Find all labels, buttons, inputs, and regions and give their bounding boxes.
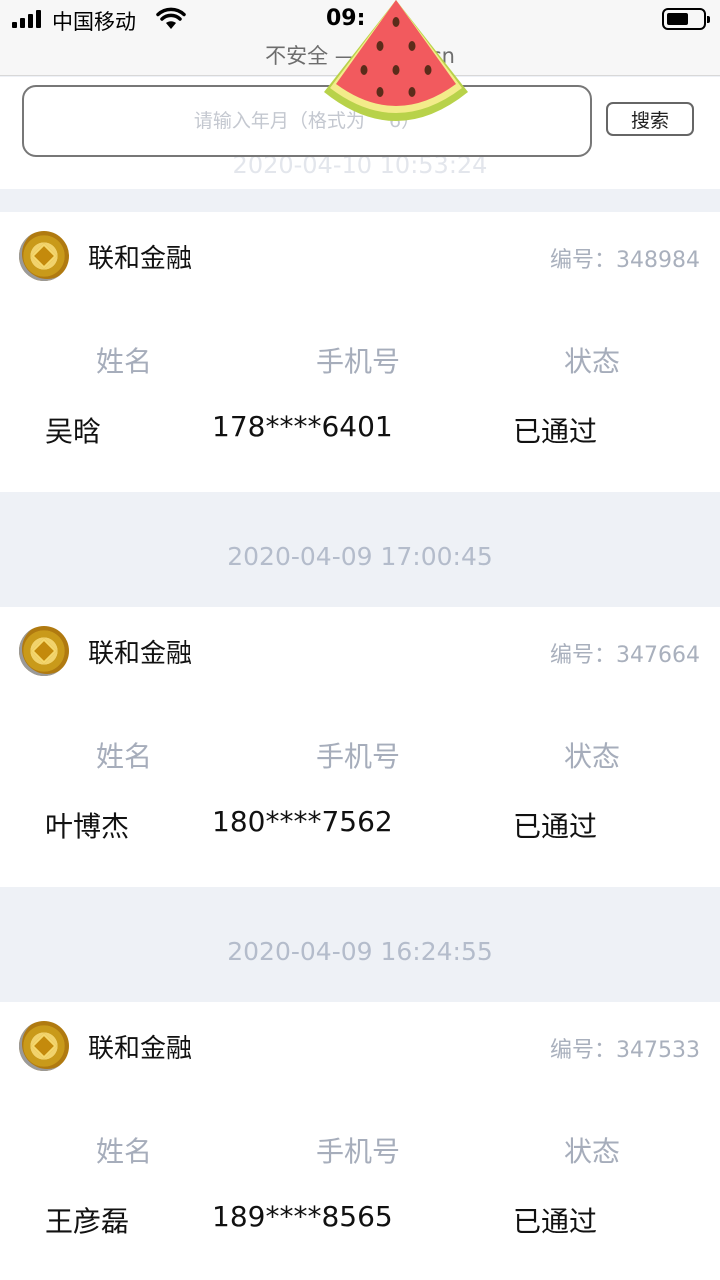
header-name: 姓名	[96, 1135, 153, 1168]
wifi-icon	[156, 7, 186, 29]
header-name: 姓名	[96, 740, 153, 773]
company-name: 联和金融	[88, 639, 193, 669]
header-status: 状态	[564, 740, 621, 773]
applicant-name: 王彦磊	[45, 1205, 130, 1238]
header-phone: 手机号	[316, 740, 401, 773]
coin-logo-icon	[19, 626, 69, 676]
carrier-label: 中国移动	[52, 10, 136, 34]
applicant-phone: 189****8565	[212, 1200, 393, 1233]
company-name: 联和金融	[88, 244, 193, 274]
applicant-status: 已通过	[513, 1205, 598, 1238]
header-status: 状态	[564, 1135, 621, 1168]
record-card[interactable]: 联和金融 编号：347664 姓名 手机号 状态 叶博杰 180****7562…	[0, 607, 720, 887]
applicant-phone: 180****7562	[212, 805, 393, 838]
watermelon-icon	[324, 0, 468, 121]
header-phone: 手机号	[316, 1135, 401, 1168]
header-status: 状态	[564, 345, 621, 378]
applicant-name: 叶博杰	[45, 810, 130, 843]
applicant-status: 已通过	[513, 415, 598, 448]
serial-number: 编号：347533	[550, 1038, 700, 1063]
serial-number: 编号：347664	[550, 643, 700, 668]
record-card[interactable]: 联和金融 编号：347533 姓名 手机号 状态 王彦磊 189****8565…	[0, 1002, 720, 1280]
search-button[interactable]: 搜索	[606, 102, 694, 136]
record-date: 2020-04-09 17:00:45	[227, 542, 493, 571]
signal-icon	[12, 10, 41, 28]
header-phone: 手机号	[316, 345, 401, 378]
record-card[interactable]: 联和金融 编号：348984 姓名 手机号 状态 吴晗 178****6401 …	[0, 212, 720, 492]
coin-logo-icon	[19, 1021, 69, 1071]
header-name: 姓名	[96, 345, 153, 378]
battery-icon	[662, 8, 710, 30]
search-input[interactable]	[22, 85, 592, 157]
applicant-name: 吴晗	[45, 415, 102, 448]
serial-number: 编号：348984	[550, 248, 700, 273]
applicant-status: 已通过	[513, 810, 598, 843]
applicant-phone: 178****6401	[212, 410, 393, 443]
company-name: 联和金融	[88, 1034, 193, 1064]
record-date: 2020-04-09 16:24:55	[227, 937, 493, 966]
coin-logo-icon	[19, 231, 69, 281]
